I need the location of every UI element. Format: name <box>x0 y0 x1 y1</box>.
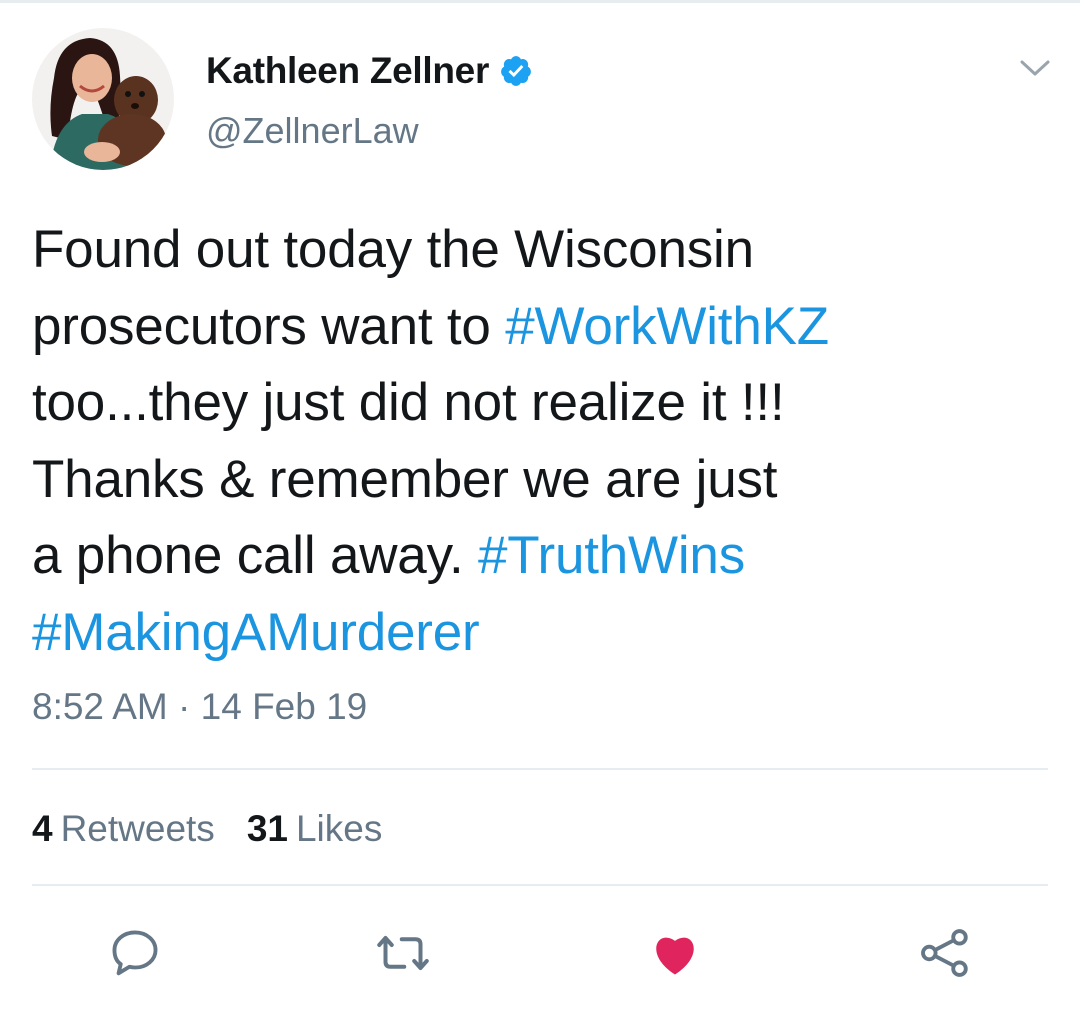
tweet-stats: 4 Retweets 31 Likes <box>32 808 382 850</box>
hashtag-link[interactable]: #WorkWithKZ <box>505 297 829 356</box>
heart-icon <box>656 937 694 975</box>
retweets-stat[interactable]: 4 Retweets <box>32 808 215 850</box>
tweet-text-segment: Thanks & remember we are just <box>32 449 778 509</box>
like-button[interactable] <box>640 918 710 988</box>
author-handle[interactable]: @ZellnerLaw <box>206 110 419 152</box>
author-name-row[interactable]: Kathleen Zellner <box>206 50 533 92</box>
hashtag-link[interactable]: #TruthWins <box>478 526 745 585</box>
tweet-actions <box>0 918 1080 988</box>
tweet-timestamp[interactable]: 8:52 AM · 14 Feb 19 <box>32 686 367 728</box>
tweet-text: Found out today the Wisconsin prosecutor… <box>32 212 1032 671</box>
reply-icon <box>112 930 158 976</box>
likes-count: 31 <box>246 808 288 849</box>
tweet-line: a phone call away. #TruthWins <box>32 518 1032 595</box>
likes-label: Likes <box>295 808 383 849</box>
retweets-label: Retweets <box>60 808 215 849</box>
chevron-down-icon[interactable] <box>1018 56 1052 80</box>
tweet-line: Found out today the Wisconsin <box>32 212 1032 289</box>
share-button[interactable] <box>910 918 980 988</box>
divider <box>32 768 1048 770</box>
tweet-line: Thanks & remember we are just <box>32 442 1032 519</box>
tweet-text-segment: too...they just did not realize it !!! <box>32 373 785 432</box>
retweet-icon <box>377 936 429 970</box>
top-divider <box>0 0 1080 3</box>
verified-badge-icon <box>499 54 533 88</box>
avatar[interactable] <box>32 28 174 170</box>
likes-stat[interactable]: 31 Likes <box>247 808 383 850</box>
tweet-text-segment: a phone call away. <box>32 526 479 585</box>
reply-button[interactable] <box>100 918 170 988</box>
share-icon <box>921 929 968 977</box>
tweet-text-segment: prosecutors want to <box>32 296 506 356</box>
tweet-line: too...they just did not realize it !!! <box>32 365 1032 442</box>
retweets-count: 4 <box>32 808 53 849</box>
retweet-button[interactable] <box>368 918 438 988</box>
tweet-line: prosecutors want to #WorkWithKZ <box>32 289 1032 366</box>
tweet-header: Kathleen Zellner @ZellnerLaw <box>32 28 1050 174</box>
hashtag-link[interactable]: #MakingAMurderer <box>32 603 480 662</box>
divider <box>32 884 1048 886</box>
tweet-line: #MakingAMurderer <box>32 595 1032 672</box>
author-display-name[interactable]: Kathleen Zellner <box>206 50 489 92</box>
tweet-text-segment: Found out today the Wisconsin <box>32 220 754 279</box>
